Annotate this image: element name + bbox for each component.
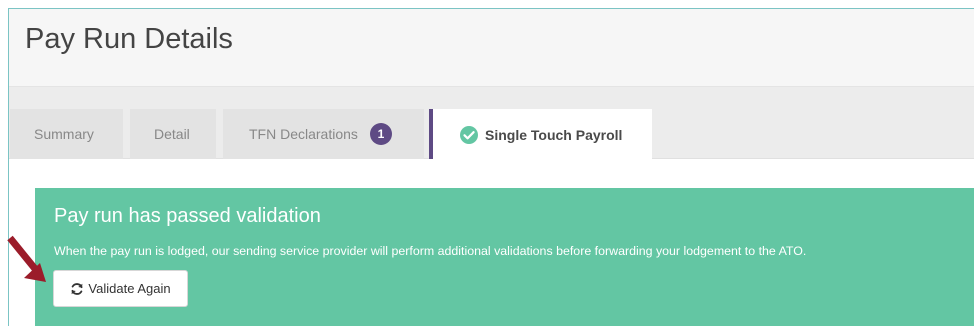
validate-again-button[interactable]: Validate Again <box>53 270 188 307</box>
validation-success-alert: Pay run has passed validation When the p… <box>35 188 974 326</box>
tab-tfn-declarations-label: TFN Declarations <box>249 126 358 142</box>
tfn-count-badge: 1 <box>369 123 392 145</box>
tab-summary[interactable]: Summary <box>10 109 123 159</box>
check-circle-icon <box>459 125 479 145</box>
alert-title: Pay run has passed validation <box>54 205 321 227</box>
tab-detail-label: Detail <box>154 126 190 142</box>
tab-content: Pay run has passed validation When the p… <box>9 159 974 327</box>
validate-again-label: Validate Again <box>88 281 171 296</box>
tab-detail[interactable]: Detail <box>130 109 216 159</box>
tab-bar: Summary Detail TFN Declarations 1 Single… <box>9 87 974 160</box>
arrow-icon <box>7 235 46 282</box>
page-frame: Pay Run Details Summary Detail TFN Decla… <box>8 8 974 327</box>
alert-message: When the pay run is lodged, our sending … <box>54 244 807 258</box>
page-header: Pay Run Details <box>9 9 974 87</box>
tab-single-touch-payroll[interactable]: Single Touch Payroll <box>429 109 652 160</box>
refresh-icon <box>70 282 84 296</box>
page-title: Pay Run Details <box>25 23 233 55</box>
tab-tfn-declarations[interactable]: TFN Declarations 1 <box>223 109 424 159</box>
tab-single-touch-payroll-label: Single Touch Payroll <box>485 126 623 143</box>
tab-summary-label: Summary <box>34 126 94 142</box>
